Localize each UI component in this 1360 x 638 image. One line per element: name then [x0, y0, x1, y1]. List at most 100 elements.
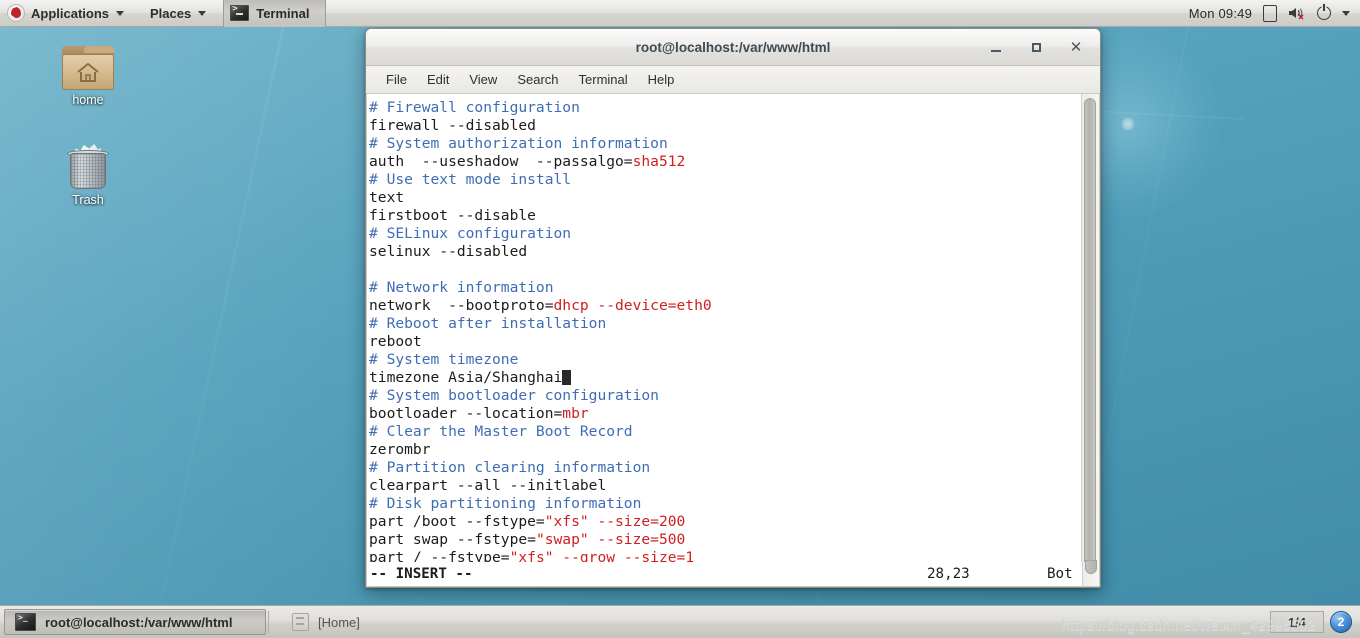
terminal-body: # Firewall configuration firewall --disab… — [366, 94, 1100, 562]
places-menu-label: Places — [150, 5, 192, 21]
terminal-text-span: # Firewall configuration — [369, 99, 580, 116]
desktop-icon-label: Trash — [72, 193, 104, 207]
taskbar-right-area: 1/4 2 — [1270, 611, 1360, 633]
terminal-text-span: # Network information — [369, 279, 554, 296]
terminal-line: part /boot --fstype="xfs" --size=200 — [369, 513, 1081, 531]
scrollbar-thumb[interactable] — [1084, 98, 1096, 562]
chevron-down-icon — [198, 10, 207, 16]
terminal-text-span: reboot — [369, 333, 422, 350]
terminal-line: # System authorization information — [369, 135, 1081, 153]
chevron-down-icon — [116, 10, 125, 16]
panel-task-terminal[interactable]: Terminal — [223, 0, 327, 27]
terminal-text-span: # Partition clearing information — [369, 459, 651, 476]
terminal-line: selinux --disabled — [369, 243, 1081, 261]
volume-muted-icon[interactable] — [1288, 6, 1306, 20]
terminal-line: firstboot --disable — [369, 207, 1081, 225]
terminal-line: network --bootproto=dhcp --device=eth0 — [369, 297, 1081, 315]
terminal-line: auth --useshadow --passalgo=sha512 — [369, 153, 1081, 171]
terminal-line: zerombr — [369, 441, 1081, 459]
maximize-button[interactable] — [1028, 39, 1044, 55]
terminal-text-span: part /boot --fstype= — [369, 513, 545, 530]
chevron-down-icon[interactable] — [1342, 10, 1350, 16]
vim-scroll-location: Bot — [1047, 566, 1073, 582]
terminal-text-span: # Reboot after installation — [369, 315, 607, 332]
terminal-line: firewall --disabled — [369, 117, 1081, 135]
terminal-text-span: # SELinux configuration — [369, 225, 572, 242]
terminal-text-span: bootloader --location= — [369, 405, 563, 422]
terminal-text-span: part swap --fstype= — [369, 531, 536, 548]
terminal-line: bootloader --location=mbr — [369, 405, 1081, 423]
workspace-switcher[interactable]: 1/4 — [1270, 611, 1324, 633]
power-icon[interactable] — [1317, 4, 1331, 20]
terminal-text-span: # Clear the Master Boot Record — [369, 423, 633, 440]
terminal-line: reboot — [369, 333, 1081, 351]
taskbar-item-label: root@localhost:/var/www/html — [45, 614, 233, 630]
clock[interactable]: Mon 09:49 — [1189, 6, 1252, 21]
taskbar-item-home[interactable]: [Home] — [281, 609, 539, 635]
terminal-line: # Disk partitioning information — [369, 495, 1081, 513]
applications-menu[interactable]: Applications — [0, 3, 133, 24]
terminal-line: # SELinux configuration — [369, 225, 1081, 243]
scrollbar-bottom-pad — [1082, 560, 1099, 586]
terminal-text-span: network --bootproto= — [369, 297, 554, 314]
terminal-line: # Reboot after installation — [369, 315, 1081, 333]
window-title-bar[interactable]: root@localhost:/var/www/html ✕ — [366, 29, 1100, 66]
menu-view[interactable]: View — [459, 69, 507, 90]
places-menu[interactable]: Places — [143, 3, 215, 24]
terminal-icon — [230, 5, 250, 21]
terminal-text-span: clearpart --all --initlabel — [369, 477, 607, 494]
terminal-text-span: firewall --disabled — [369, 117, 536, 134]
terminal-line: # System bootloader configuration — [369, 387, 1081, 405]
vim-status-bar: -- INSERT -- 28,23 Bot — [366, 560, 1100, 587]
terminal-text-span: # Disk partitioning information — [369, 495, 642, 512]
desktop-icon-home[interactable]: home — [40, 46, 136, 107]
minimize-button[interactable] — [988, 39, 1004, 55]
vim-mode-indicator: -- INSERT -- — [370, 566, 473, 582]
terminal-line: clearpart --all --initlabel — [369, 477, 1081, 495]
terminal-text-span: firstboot --disable — [369, 207, 536, 224]
terminal-text-span: part / --fstype= — [369, 549, 510, 562]
house-glyph-icon — [77, 62, 99, 82]
terminal-cursor — [562, 370, 572, 385]
desktop-icon-trash[interactable]: Trash — [40, 144, 136, 207]
terminal-screen[interactable]: # Firewall configuration firewall --disab… — [367, 94, 1081, 562]
terminal-window: root@localhost:/var/www/html ✕ File Edit… — [365, 28, 1101, 588]
terminal-icon — [15, 613, 36, 631]
close-button[interactable]: ✕ — [1068, 39, 1084, 55]
taskbar-item-terminal[interactable]: root@localhost:/var/www/html — [4, 609, 266, 635]
window-controls: ✕ — [988, 39, 1100, 55]
vim-cursor-position: 28,23 — [927, 566, 970, 582]
menu-file[interactable]: File — [376, 69, 417, 90]
menu-edit[interactable]: Edit — [417, 69, 459, 90]
menu-help[interactable]: Help — [638, 69, 685, 90]
terminal-text-span: # System authorization information — [369, 135, 668, 152]
taskbar-separator — [268, 611, 269, 633]
panel-task-label: Terminal — [256, 5, 310, 21]
trash-can-icon — [66, 144, 110, 190]
note-icon[interactable] — [1263, 4, 1277, 22]
bottom-taskbar: root@localhost:/var/www/html [Home] 1/4 … — [0, 605, 1360, 638]
applications-menu-label: Applications — [31, 5, 110, 21]
notification-badge[interactable]: 2 — [1330, 611, 1352, 633]
fedora-logo-icon — [7, 4, 25, 22]
home-folder-icon — [62, 46, 114, 90]
menu-search[interactable]: Search — [507, 69, 568, 90]
terminal-line: text — [369, 189, 1081, 207]
desktop-icon-label: home — [72, 93, 104, 107]
terminal-line: # Clear the Master Boot Record — [369, 423, 1081, 441]
terminal-scrollbar[interactable] — [1081, 94, 1099, 562]
terminal-text-span: sha512 — [632, 153, 686, 170]
menu-terminal[interactable]: Terminal — [569, 69, 638, 90]
wallpaper-streak — [1084, 110, 1245, 121]
terminal-text-span: "swap" --size=500 — [535, 531, 686, 548]
terminal-text-span: # System timezone — [369, 351, 519, 368]
terminal-line: timezone Asia/Shanghai — [369, 369, 1081, 387]
terminal-line: part swap --fstype="swap" --size=500 — [369, 531, 1081, 549]
terminal-line: part / --fstype="xfs" --grow --size=1 — [369, 549, 1081, 562]
terminal-line: # Firewall configuration — [369, 99, 1081, 117]
wallpaper-streak — [141, 0, 303, 638]
terminal-text-span: # Use text mode install — [369, 171, 572, 188]
terminal-line: # Partition clearing information — [369, 459, 1081, 477]
terminal-text-span: zerombr — [369, 441, 431, 458]
